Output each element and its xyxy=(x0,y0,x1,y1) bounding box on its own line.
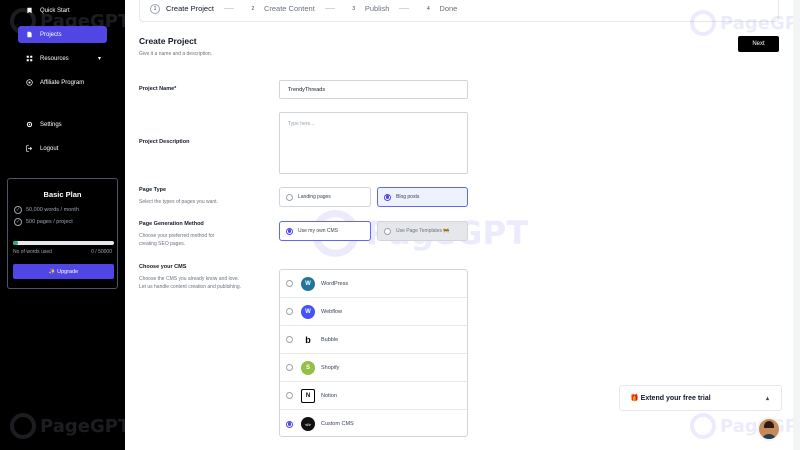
sidebar-item-settings[interactable]: Settings xyxy=(18,116,107,133)
document-icon xyxy=(24,30,34,40)
option-blog-posts[interactable]: Blog posts xyxy=(377,187,468,207)
cms-option-shopify[interactable]: S Shopify xyxy=(280,354,467,382)
sidebar-item-label: Quick Start xyxy=(40,7,70,14)
project-name-input[interactable]: TrendyThreads xyxy=(279,80,468,99)
extend-trial-label: 🎁 Extend your free trial xyxy=(630,395,711,402)
radio xyxy=(286,308,293,315)
gear-icon xyxy=(24,120,34,130)
extend-trial-panel[interactable]: 🎁 Extend your free trial ▴ xyxy=(619,385,782,411)
step-publish[interactable]: 3 Publish xyxy=(349,4,389,14)
sidebar-item-label: Resources xyxy=(40,55,69,62)
sidebar-item-resources[interactable]: Resources ▾ xyxy=(18,50,107,67)
project-description-textarea[interactable]: Type here... xyxy=(279,112,468,174)
sidebar: PageGPT Quick Start Projects Resources ▾… xyxy=(0,0,125,450)
target-icon xyxy=(24,78,34,88)
radio xyxy=(286,193,293,201)
step-create-project[interactable]: 1 Create Project xyxy=(150,3,214,14)
usage-label: No of words used xyxy=(13,249,52,255)
chevron-down-icon: ▾ xyxy=(97,56,101,62)
step-done[interactable]: 4 Done xyxy=(423,4,457,14)
radio xyxy=(286,392,293,399)
option-page-templates: Use Page Templates 🚧 xyxy=(377,221,468,241)
sidebar-item-label: Settings xyxy=(40,121,62,128)
cms-label: Choose your CMS xyxy=(139,264,187,270)
generation-method-label: Page Generation Method xyxy=(139,221,204,227)
plan-feature: ✓ 50,000 words / month xyxy=(14,206,79,214)
stepper: 1 Create Project 2 Create Content 3 Publish… xyxy=(139,0,779,22)
page-subtitle: Give it a name and a description. xyxy=(139,51,213,57)
project-name-label: Project Name* xyxy=(139,86,177,92)
cms-option-custom[interactable]: </> Custom CMS xyxy=(280,410,467,438)
page-title: Create Project xyxy=(139,36,197,46)
webflow-icon: W xyxy=(301,304,315,319)
cms-list: W WordPress W Webflow b Bubble S Shopify N No… xyxy=(279,269,468,437)
notion-icon: N xyxy=(301,388,315,403)
usage-progress-bar xyxy=(13,241,114,245)
plan-feature: ✓ 500 pages / project xyxy=(14,218,73,226)
shopify-icon: S xyxy=(301,360,315,375)
option-own-cms[interactable]: Use my own CMS xyxy=(279,221,371,241)
radio-checked xyxy=(384,193,391,201)
generation-method-help: Choose your preferred method for creatin… xyxy=(139,233,215,247)
sidebar-item-quick-start[interactable]: Quick Start xyxy=(18,2,107,19)
radio xyxy=(286,364,293,371)
plan-card: Basic Plan ✓ 50,000 words / month ✓ 500 pa… xyxy=(7,178,118,289)
logout-icon xyxy=(24,144,34,154)
bubble-icon: b xyxy=(301,332,315,347)
page-type-label: Page Type xyxy=(139,187,167,193)
radio-checked xyxy=(286,227,293,235)
step-create-content[interactable]: 2 Create Content xyxy=(248,4,315,14)
check-icon: ✓ xyxy=(14,218,22,226)
next-button[interactable]: Next xyxy=(738,36,779,52)
grid-icon xyxy=(24,54,34,64)
cms-option-wordpress[interactable]: W WordPress xyxy=(280,270,467,298)
project-description-label: Project Description xyxy=(139,139,190,145)
cms-help: Choose the CMS you already know and love… xyxy=(139,276,242,290)
bookmark-icon xyxy=(24,6,34,16)
sidebar-item-label: Projects xyxy=(40,31,62,38)
cms-option-webflow[interactable]: W Webflow xyxy=(280,298,467,326)
cms-option-notion[interactable]: N Notion xyxy=(280,382,467,410)
sidebar-item-label: Logout xyxy=(40,145,59,152)
check-icon: ✓ xyxy=(14,206,22,214)
radio xyxy=(384,227,391,235)
usage-value: 0 / 50000 xyxy=(91,249,112,255)
sidebar-item-logout[interactable]: Logout xyxy=(18,140,107,157)
sidebar-item-affiliate[interactable]: Affiliate Program xyxy=(18,74,107,91)
code-icon: </> xyxy=(301,417,315,431)
radio xyxy=(286,280,293,287)
scrollbar[interactable] xyxy=(793,0,800,450)
radio xyxy=(286,336,293,343)
cms-option-bubble[interactable]: b Bubble xyxy=(280,326,467,354)
option-landing-pages[interactable]: Landing pages xyxy=(279,187,371,207)
plan-title: Basic Plan xyxy=(43,190,82,199)
chevron-up-icon: ▴ xyxy=(765,395,769,402)
radio-checked xyxy=(286,420,293,428)
upgrade-button[interactable]: ✨ Upgrade xyxy=(13,264,114,279)
watermark-logo: PageGPT xyxy=(10,413,125,439)
watermark-logo: PageGPT xyxy=(690,413,800,439)
wordpress-icon: W xyxy=(301,276,315,291)
page-type-help: Select the types of pages you want. xyxy=(139,199,218,205)
sidebar-item-projects[interactable]: Projects xyxy=(18,26,107,43)
sidebar-item-label: Affiliate Program xyxy=(40,79,85,86)
avatar[interactable] xyxy=(757,417,781,441)
